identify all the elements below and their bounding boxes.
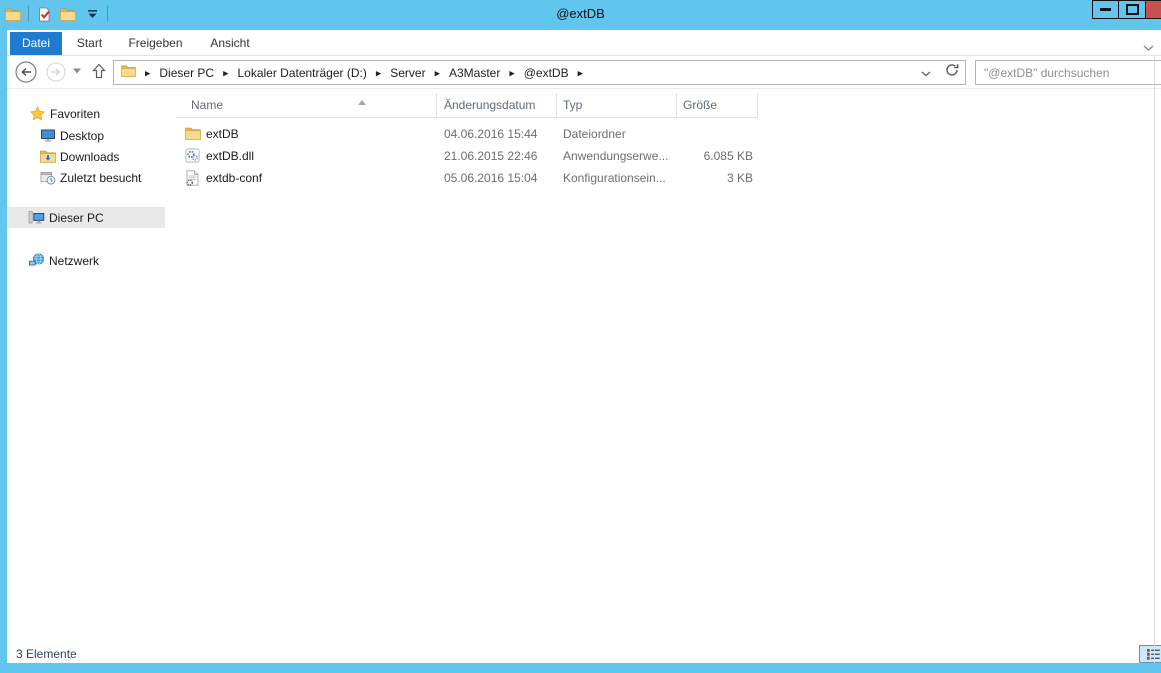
file-size: 3 KB	[677, 171, 753, 185]
statusbar-divider	[70, 648, 71, 660]
tab-start[interactable]: Start	[62, 32, 117, 55]
search-input[interactable]	[976, 61, 1161, 84]
breadcrumb-chevron-icon[interactable]: ▶	[578, 69, 583, 77]
file-date: 04.06.2016 15:44	[437, 127, 557, 141]
breadcrumb-chevron-icon[interactable]: ▶	[145, 69, 150, 77]
tab-share[interactable]: Freigeben	[117, 32, 194, 55]
window-left-border	[0, 30, 7, 663]
navigation-pane: Favoriten Desktop Downloads Zuletzt besu…	[7, 89, 165, 645]
window-bottom-border	[0, 663, 1161, 673]
item-count: 3 Elemente	[16, 647, 77, 661]
breadcrumb-folder-icon	[121, 65, 136, 80]
computer-icon	[28, 210, 45, 226]
file-row[interactable]: extDB.dll 21.06.2015 22:46 Anwendungserw…	[176, 145, 757, 166]
sidebar-item-label: Favoriten	[50, 107, 100, 121]
folder-icon	[184, 126, 201, 142]
sidebar-item-label: Dieser PC	[49, 211, 104, 225]
address-bar-row: ▶ Dieser PC ▶ Lokaler Datenträger (D:) ▶…	[7, 56, 1161, 89]
window-title: @extDB	[0, 6, 1161, 21]
column-header-name[interactable]: Name	[176, 93, 437, 117]
expand-ribbon-chevron-icon[interactable]	[1143, 39, 1155, 47]
recent-locations-dropdown-icon[interactable]	[72, 67, 82, 75]
up-button[interactable]	[91, 62, 107, 80]
column-header-date[interactable]: Änderungsdatum	[437, 93, 557, 117]
recent-places-icon	[39, 170, 56, 186]
sidebar-item-desktop[interactable]: Desktop	[39, 125, 104, 146]
window-right-border	[1154, 56, 1155, 663]
sidebar-item-this-pc[interactable]: Dieser PC	[7, 207, 165, 228]
file-type: Anwendungserwe...	[557, 149, 677, 163]
file-type: Dateiordner	[557, 127, 677, 141]
config-file-icon	[184, 170, 201, 186]
file-size: 6.085 KB	[677, 149, 753, 163]
address-bar-controls	[921, 61, 959, 84]
sidebar-item-label: Desktop	[60, 129, 104, 143]
dll-file-icon	[184, 148, 201, 164]
desktop-icon	[39, 128, 56, 144]
close-button[interactable]	[1145, 0, 1161, 19]
file-date: 05.06.2016 15:04	[437, 171, 557, 185]
downloads-icon	[39, 149, 56, 165]
column-header-type[interactable]: Typ	[557, 93, 677, 117]
search-box	[975, 60, 1161, 85]
breadcrumb-chevron-icon[interactable]: ▶	[509, 69, 514, 77]
minimize-icon	[1100, 8, 1111, 11]
breadcrumb-chevron-icon[interactable]: ▶	[376, 69, 381, 77]
breadcrumb-item[interactable]: A3Master	[449, 66, 500, 80]
breadcrumb-chevron-icon[interactable]: ▶	[435, 69, 440, 77]
sidebar-item-favorites[interactable]: Favoriten	[29, 103, 100, 124]
sidebar-item-label: Netzwerk	[49, 254, 99, 268]
file-name: extDB.dll	[206, 149, 254, 163]
network-globe-icon	[28, 253, 45, 269]
file-date: 21.06.2015 22:46	[437, 149, 557, 163]
minimize-button[interactable]	[1092, 0, 1119, 19]
sidebar-item-label: Zuletzt besucht	[60, 171, 141, 185]
tab-file[interactable]: Datei	[10, 32, 62, 55]
sidebar-item-recent-places[interactable]: Zuletzt besucht	[39, 167, 141, 188]
address-bar[interactable]: ▶ Dieser PC ▶ Lokaler Datenträger (D:) ▶…	[113, 60, 966, 85]
forward-button[interactable]	[46, 62, 66, 82]
tab-view[interactable]: Ansicht	[194, 32, 266, 55]
title-bar: @extDB	[0, 0, 1161, 30]
sidebar-item-downloads[interactable]: Downloads	[39, 146, 119, 167]
column-headers: Name Änderungsdatum Typ Größe	[176, 93, 758, 118]
breadcrumb-chevron-icon[interactable]: ▶	[223, 69, 228, 77]
breadcrumb-item[interactable]: @extDB	[524, 66, 569, 80]
file-name: extdb-conf	[206, 171, 262, 185]
maximize-button[interactable]	[1118, 0, 1146, 19]
sort-ascending-icon	[358, 92, 366, 110]
sidebar-item-label: Downloads	[60, 150, 119, 164]
maximize-icon	[1126, 4, 1139, 15]
breadcrumb-item[interactable]: Server	[390, 66, 425, 80]
file-name: extDB	[206, 127, 239, 141]
back-button[interactable]	[15, 61, 37, 83]
ribbon-tab-bar: Datei Start Freigeben Ansicht	[7, 30, 1161, 56]
sidebar-item-network[interactable]: Netzwerk	[28, 250, 99, 271]
breadcrumb-item[interactable]: Dieser PC	[159, 66, 214, 80]
status-bar: 3 Elemente	[7, 645, 1161, 663]
column-header-size[interactable]: Größe	[677, 93, 758, 117]
breadcrumb-item[interactable]: Lokaler Datenträger (D:)	[237, 66, 366, 80]
details-view-button[interactable]	[1139, 645, 1161, 663]
star-icon	[29, 106, 46, 122]
file-row[interactable]: extdb-conf 05.06.2016 15:04 Konfiguratio…	[176, 167, 757, 188]
file-row[interactable]: extDB 04.06.2016 15:44 Dateiordner	[176, 123, 757, 144]
address-dropdown-icon[interactable]	[921, 64, 931, 82]
file-type: Konfigurationsein...	[557, 171, 677, 185]
refresh-icon[interactable]	[945, 63, 959, 82]
breadcrumb: ▶ Dieser PC ▶ Lokaler Datenträger (D:) ▶…	[114, 65, 583, 80]
